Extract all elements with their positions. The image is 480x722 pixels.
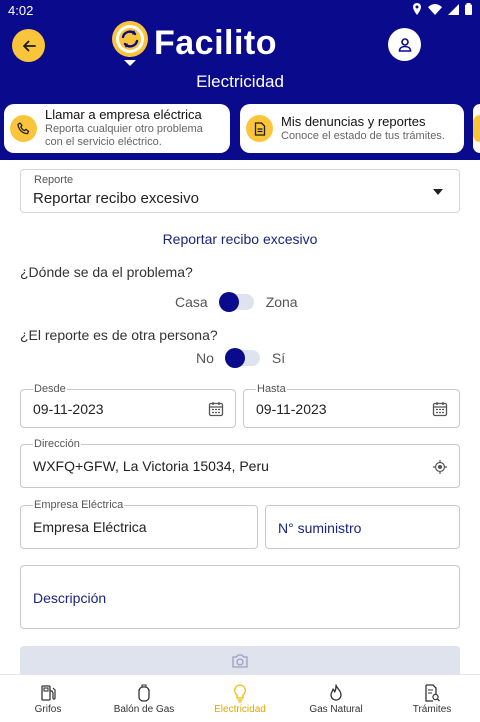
toggle-right-label: Zona [265, 294, 298, 310]
quick-action-subtitle: Conoce el estado de tus trámites. [281, 129, 445, 142]
phone-icon [10, 115, 37, 142]
nav-item-electricidad[interactable]: Electricidad [192, 675, 288, 722]
question-other-person: ¿El reporte es de otra persona? [20, 327, 218, 343]
descripcion-placeholder: Descripción [33, 590, 107, 606]
next-quick-card-peek[interactable] [473, 104, 480, 153]
suministro-placeholder: N° suministro [278, 520, 362, 536]
calendar-icon[interactable] [432, 401, 448, 417]
facilito-logo: Facilito [110, 20, 277, 66]
signal-icon [448, 3, 459, 15]
nav-label: Balón de Gas [113, 704, 175, 715]
descripcion-field[interactable]: Descripción [20, 565, 460, 629]
back-button[interactable] [12, 29, 45, 62]
document-icon [246, 115, 273, 142]
desde-label: Desde [33, 383, 67, 395]
other-person-toggle[interactable] [224, 348, 260, 368]
hasta-label: Hasta [256, 383, 287, 395]
location-toggle[interactable] [218, 292, 254, 312]
logo-pin-icon [110, 20, 150, 66]
other-person-toggle-row: No Sí [196, 348, 286, 368]
desde-date-field[interactable]: Desde 09-11-2023 [20, 383, 236, 428]
direccion-field[interactable]: Dirección WXFQ+GFW, La Victoria 15034, P… [20, 438, 460, 488]
location-toggle-row: Casa Zona [175, 292, 298, 312]
next-card-icon [473, 115, 480, 142]
quick-action-title: Llamar a empresa eléctrica [45, 107, 202, 123]
nav-item-gas-natural[interactable]: Gas Natural [288, 675, 384, 722]
bottom-navigation: Grifos Balón de Gas Electricidad Gas Nat… [0, 674, 480, 722]
direccion-label: Dirección [33, 438, 81, 450]
nav-label: Trámites [412, 704, 452, 715]
reporte-value: Reportar recibo excesivo [33, 190, 199, 207]
empresa-electrica-field[interactable]: Empresa Eléctrica Empresa Eléctrica [20, 499, 258, 549]
nav-label: Gas Natural [309, 704, 363, 715]
nav-label: Electricidad [214, 704, 266, 715]
toggle-knob [224, 348, 245, 368]
toggle-left-label: Casa [175, 294, 208, 310]
hasta-value: 09-11-2023 [256, 401, 327, 417]
status-icons [412, 3, 472, 15]
location-icon [413, 3, 421, 15]
status-time: 4:02 [8, 3, 34, 18]
reporte-select[interactable]: Reporte Reportar recibo excesivo [20, 169, 460, 213]
flame-icon [329, 682, 343, 704]
direccion-value: WXFQ+GFW, La Victoria 15034, Peru [33, 458, 269, 474]
camera-icon [232, 654, 248, 668]
logo-text: Facilito [154, 23, 278, 62]
nav-item-grifos[interactable]: Grifos [0, 675, 96, 722]
question-location: ¿Dónde se da el problema? [20, 264, 193, 280]
dropdown-arrow-icon [433, 189, 443, 195]
section-title: Reportar recibo excesivo [162, 231, 318, 247]
arrow-left-icon [22, 40, 36, 51]
calendar-icon[interactable] [208, 401, 224, 417]
user-icon [398, 37, 411, 52]
nav-label: Grifos [34, 704, 62, 715]
nav-item-tramites[interactable]: Trámites [384, 675, 480, 722]
battery-icon [465, 3, 472, 15]
hasta-date-field[interactable]: Hasta 09-11-2023 [243, 383, 460, 428]
status-bar: 4:02 [0, 0, 480, 22]
report-form: Reporte Reportar recibo excesivo Reporta… [0, 160, 480, 674]
attach-button[interactable] [20, 646, 460, 674]
my-location-icon[interactable] [433, 460, 447, 474]
quick-action-subtitle: con el servicio eléctrico. [45, 135, 162, 148]
empresa-value: Empresa Eléctrica [33, 519, 147, 535]
app-header: 4:02 Facilito Electricidad Llamar a empr… [0, 0, 480, 160]
nav-item-balon-de-gas[interactable]: Balón de Gas [96, 675, 192, 722]
toggle-left-label: No [196, 350, 214, 366]
empresa-label: Empresa Eléctrica [33, 499, 125, 511]
gas-pump-icon [39, 682, 57, 704]
document-search-icon [424, 682, 440, 704]
wifi-icon [428, 3, 442, 15]
toggle-right-label: Sí [271, 350, 286, 366]
profile-button[interactable] [388, 28, 421, 61]
toggle-knob [218, 292, 239, 312]
quick-action-title: Mis denuncias y reportes [281, 113, 426, 129]
gas-cylinder-icon [137, 682, 151, 704]
desde-value: 09-11-2023 [33, 401, 104, 417]
page-title: Electricidad [196, 72, 284, 91]
quick-action-subtitle: Reporta cualquier otro problema [45, 123, 203, 136]
reporte-label: Reporte [34, 174, 74, 186]
my-reports-card[interactable]: Mis denuncias y reportes Conoce el estad… [240, 104, 464, 153]
lightbulb-icon [233, 682, 247, 704]
call-electric-company-card[interactable]: Llamar a empresa eléctrica Reporta cualq… [4, 104, 230, 153]
suministro-field[interactable]: N° suministro [265, 505, 460, 549]
